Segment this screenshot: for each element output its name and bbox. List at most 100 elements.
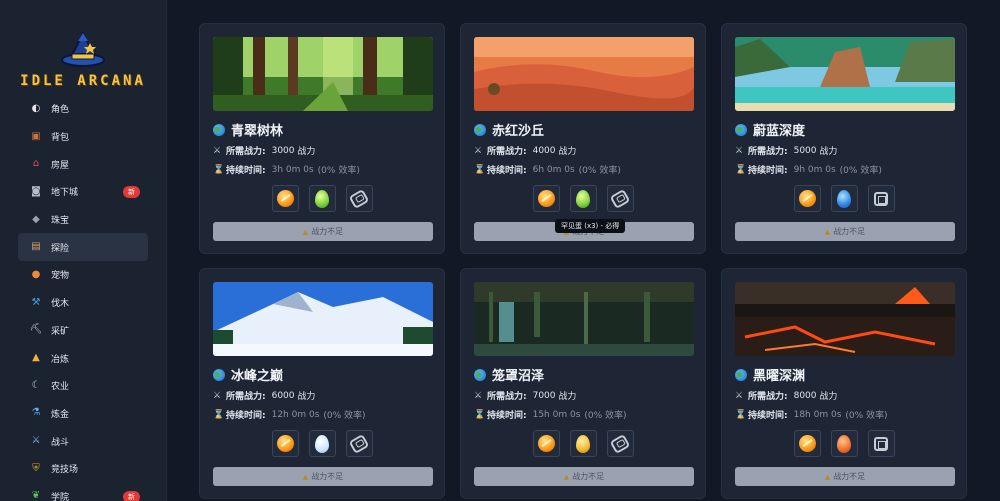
dungeon-icon: ◙ [31,185,41,197]
sidebar-item-0[interactable]: ◐ 角色 [18,95,148,123]
crossed-swords-icon: ⚔ [213,390,222,401]
sidebar-item-2[interactable]: ⌂ 房屋 [18,150,148,178]
expedition-scene-image [213,282,433,356]
sidebar-item-11[interactable]: ⚗ 炼金 [18,400,148,428]
required-power-row: ⚔ 所需战力: 7000 战力 [474,389,577,403]
reward-slot[interactable] [867,430,895,457]
sidebar-item-label: 采矿 [51,326,70,337]
gold-egg-icon [576,434,590,453]
expedition-scene-image [213,37,433,111]
power-unit: 战力 [819,392,838,402]
expedition-title: 冰峰之巅 [213,365,283,384]
sidebar-item-label: 农业 [51,382,70,393]
sidebar-item-1[interactable]: ▣ 背包 [18,123,148,151]
reward-slot[interactable] [308,430,336,457]
reward-slot[interactable] [830,185,858,212]
button-label: 战力不足 [311,227,344,236]
button-label: 战力不足 [833,472,866,481]
expedition-name: 蔚蓝深度 [753,124,806,139]
reward-slot[interactable] [532,430,560,457]
reward-slot[interactable] [345,185,373,212]
reward-slot[interactable] [830,430,858,457]
power-unit: 战力 [558,392,577,402]
power-unit: 战力 [558,147,577,157]
sidebar-item-13[interactable]: ⛨ 竞技场 [18,455,148,483]
stone-icon [609,188,631,209]
shield-icon: ⛨ [32,462,40,474]
duration-label: 持续时间: [487,411,527,421]
hourglass-icon: ⌛ [213,164,225,175]
power-value: 7000 [532,390,556,401]
reward-slot[interactable] [532,185,560,212]
reward-slot[interactable] [569,430,597,457]
power-unit: 战力 [819,147,838,157]
power-value: 3000 [271,145,295,156]
reward-slot[interactable] [271,185,299,212]
sidebar-item-7[interactable]: ⚒ 伐木 [18,289,148,317]
expedition-title: 蔚蓝深度 [735,120,805,139]
sidebar-nav: ◐ 角色 ▣ 背包 ⌂ 房屋 ◙ 地下城新 ◆ 珠宝 ▤ 探险 ● 宠物 ⚒ 伐木 ⛏ 采矿 ▲ 冶炼 ☾ 农业 ⚗ 炼金 ⚔ 战… [0,95,166,501]
globe-icon [735,123,747,136]
reward-slot[interactable] [606,430,634,457]
power-label: 所需战力: [748,392,788,402]
duration-label: 持续时间: [226,411,266,421]
sidebar-item-label: 背包 [51,133,70,144]
sidebar-item-label: 战斗 [51,437,70,448]
start-expedition-button[interactable]: ▲ 战力不足 [735,467,955,486]
start-expedition-button[interactable]: ▲ 战力不足 [474,467,694,486]
efficiency-text: (0% 效率) [578,166,621,176]
reward-list [722,185,966,212]
start-expedition-button[interactable]: ▲ 战力不足 [735,222,955,241]
crossed-swords-icon: ⚔ [474,145,483,156]
sidebar-item-9[interactable]: ▲ 冶炼 [18,344,148,372]
sidebar-item-label: 冶炼 [51,354,70,365]
sidebar-item-label: 地下城 [51,188,79,199]
required-power-row: ⚔ 所需战力: 3000 战力 [213,144,315,158]
expedition-scene-image [474,282,694,356]
sidebar-item-10[interactable]: ☾ 农业 [18,372,148,400]
sidebar-item-3[interactable]: ◙ 地下城 新 [18,178,148,206]
sidebar-item-label: 炼金 [51,409,70,420]
sidebar-item-12[interactable]: ⚔ 战斗 [18,427,148,455]
power-value: 8000 [793,390,817,401]
green-egg-icon [576,189,590,208]
reward-slot[interactable] [308,185,336,212]
sidebar-item-label: 珠宝 [51,216,70,227]
reward-slot[interactable] [569,185,597,212]
new-badge: 新 [123,490,140,501]
globe-icon [213,368,225,381]
sidebar-item-5[interactable]: ▤ 探险 [18,233,148,262]
button-label: 战力不足 [311,472,344,481]
reward-slot[interactable] [606,185,634,212]
efficiency-text: (0% 效率) [317,166,360,176]
power-value: 4000 [532,145,556,156]
globe-icon [735,368,747,381]
power-label: 所需战力: [226,147,266,157]
sidebar-item-14[interactable]: ❦ 学院 新 [18,483,148,501]
pickaxe-icon: ⛏ [29,324,43,336]
start-expedition-button[interactable]: ▲ 战力不足 [213,222,433,241]
axe-icon: ⚒ [31,296,41,308]
sidebar-item-4[interactable]: ◆ 珠宝 [18,206,148,234]
leaf-icon: ❦ [31,490,41,501]
required-power-row: ⚔ 所需战力: 8000 战力 [735,389,838,403]
sword-icon: ⚔ [31,435,41,447]
hourglass-icon: ⌛ [474,409,486,420]
reward-slot[interactable] [271,430,299,457]
reward-slot[interactable] [867,185,895,212]
duration-value: 3h 0m 0s [271,164,314,175]
sidebar-item-6[interactable]: ● 宠物 [18,261,148,289]
house-icon: ⌂ [32,158,40,170]
reward-slot[interactable] [793,430,821,457]
reward-slot[interactable] [793,185,821,212]
fire-orb-icon [537,435,555,452]
reward-slot[interactable] [345,430,373,457]
expedition-name: 黑曜深渊 [753,369,806,384]
sidebar-item-label: 角色 [51,105,70,116]
start-expedition-button[interactable]: ▲ 战力不足 [213,467,433,486]
power-label: 所需战力: [748,147,788,157]
potion-icon: ⚗ [31,407,41,419]
cube-icon [874,436,888,451]
sidebar-item-8[interactable]: ⛏ 采矿 [18,317,148,345]
globe-icon [213,123,225,136]
